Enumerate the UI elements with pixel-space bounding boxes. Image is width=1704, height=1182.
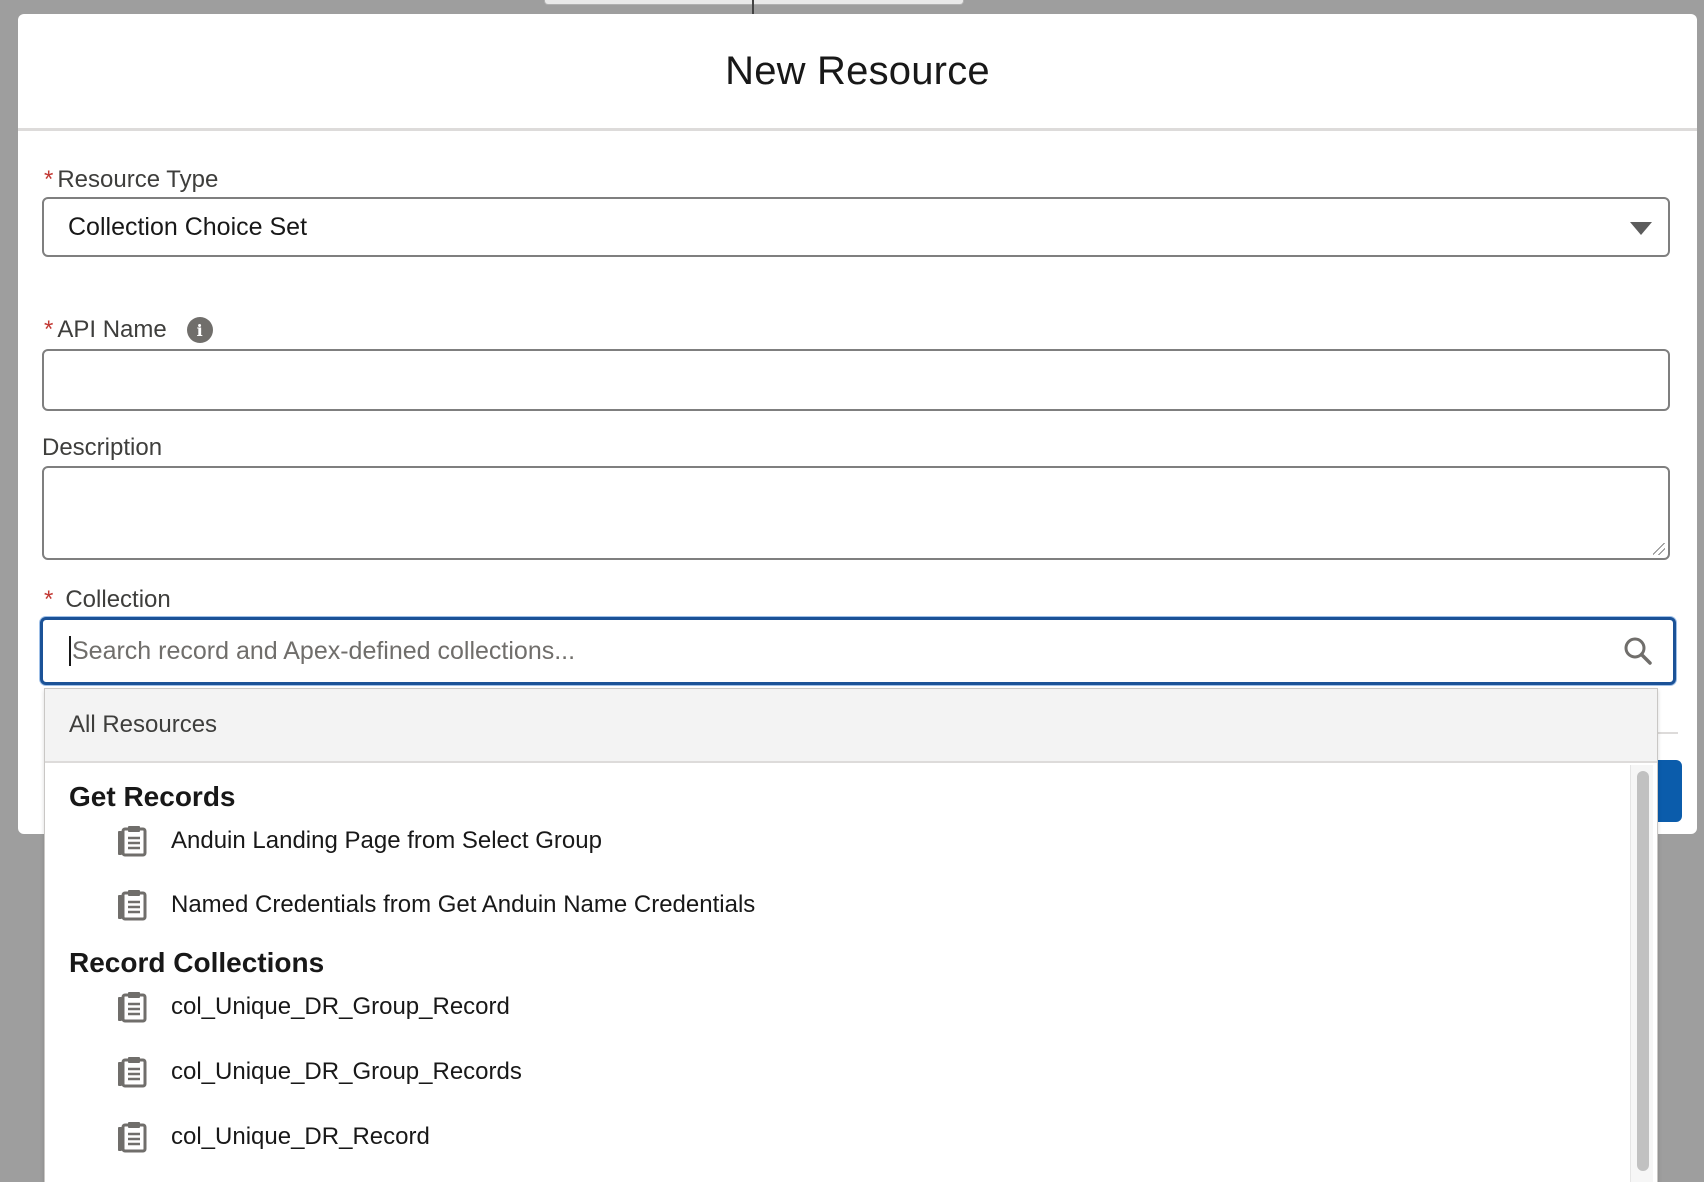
info-icon[interactable]: i bbox=[186, 317, 213, 343]
list-item[interactable]: col_Unique_DR_Group_Records bbox=[117, 1056, 522, 1088]
modal-title: New Resource bbox=[725, 48, 990, 93]
record-collection-icon bbox=[118, 890, 147, 921]
footer-divider bbox=[1658, 732, 1678, 734]
done-button[interactable] bbox=[1658, 760, 1682, 822]
background-tab bbox=[544, 0, 964, 5]
description-label-text: Description bbox=[42, 434, 163, 461]
resize-handle-icon[interactable] bbox=[1653, 543, 1665, 555]
api-name-label: * API Name i bbox=[44, 316, 213, 344]
required-marker: * bbox=[44, 586, 54, 613]
scrollbar-thumb[interactable] bbox=[1637, 771, 1649, 1171]
resource-type-select[interactable]: Collection Choice Set bbox=[42, 197, 1670, 257]
list-item-label: col_Unique_DR_Record bbox=[171, 1123, 430, 1150]
collection-label-text: Collection bbox=[65, 586, 171, 613]
description-label: Description bbox=[42, 434, 162, 462]
list-item[interactable]: Named Credentials from Get Anduin Name C… bbox=[117, 889, 755, 921]
record-collection-icon bbox=[118, 992, 147, 1023]
text-cursor bbox=[69, 636, 71, 666]
api-name-input[interactable] bbox=[42, 349, 1670, 411]
dropdown-scrollbar[interactable] bbox=[1630, 765, 1653, 1182]
resource-type-value: Collection Choice Set bbox=[68, 212, 308, 241]
list-item[interactable]: Anduin Landing Page from Select Group bbox=[117, 825, 602, 857]
all-resources-header: All Resources bbox=[45, 689, 1657, 763]
record-collection-icon bbox=[118, 826, 147, 857]
api-name-label-text: API Name bbox=[57, 316, 167, 343]
group-heading-get-records: Get Records bbox=[69, 781, 236, 812]
description-textarea[interactable] bbox=[42, 466, 1670, 560]
collection-search-placeholder: Search record and Apex-defined collectio… bbox=[72, 636, 576, 665]
modal-header: New Resource bbox=[18, 14, 1697, 131]
list-item[interactable]: col_Unique_DR_Group_Record bbox=[117, 991, 510, 1023]
collection-dropdown: All Resources Get Records Anduin Landing… bbox=[44, 688, 1658, 1182]
search-icon[interactable] bbox=[1623, 636, 1653, 666]
list-item-label: col_Unique_DR_Group_Record bbox=[171, 993, 510, 1020]
list-item-label: col_Unique_DR_Group_Records bbox=[171, 1058, 522, 1085]
list-item-label: Anduin Landing Page from Select Group bbox=[171, 827, 602, 854]
collection-label: * Collection bbox=[44, 586, 171, 614]
resource-type-label: * Resource Type bbox=[44, 166, 218, 194]
record-collection-icon bbox=[118, 1122, 147, 1153]
group-heading-record-collections: Record Collections bbox=[69, 947, 325, 978]
resource-type-label-text: Resource Type bbox=[57, 166, 219, 193]
chevron-down-icon bbox=[1630, 222, 1652, 235]
collection-search-input[interactable]: Search record and Apex-defined collectio… bbox=[40, 617, 1676, 685]
record-collection-icon bbox=[118, 1057, 147, 1088]
background-connector bbox=[752, 0, 754, 14]
list-item-label: Named Credentials from Get Anduin Name C… bbox=[171, 891, 756, 918]
list-item[interactable]: col_Unique_DR_Record bbox=[117, 1121, 430, 1153]
required-marker: * bbox=[44, 316, 54, 343]
all-resources-label: All Resources bbox=[69, 711, 218, 738]
required-marker: * bbox=[44, 166, 54, 193]
